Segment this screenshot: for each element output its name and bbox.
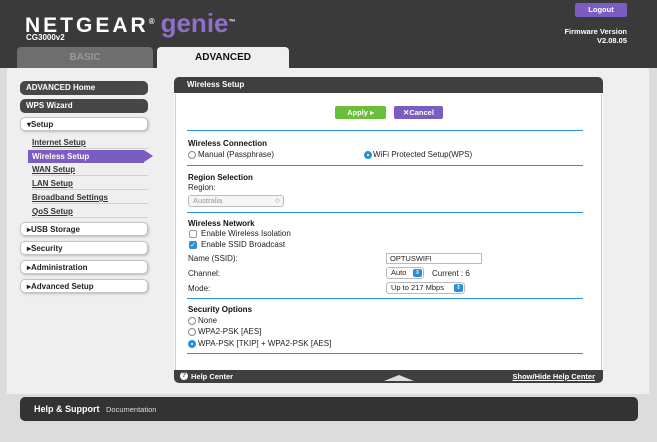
sidebar-item-wan-setup[interactable]: WAN Setup xyxy=(32,164,148,176)
documentation-link[interactable]: Documentation xyxy=(106,405,156,414)
radio-security-wpa-wpa2[interactable] xyxy=(188,340,196,348)
ssid-input[interactable]: OPTUSWIFI xyxy=(386,253,482,264)
radio-wps[interactable] xyxy=(364,151,372,159)
sidebar-administration-label: Administration xyxy=(31,263,88,272)
wireless-isolation-label: Enable Wireless Isolation xyxy=(201,229,291,238)
security-options-title: Security Options xyxy=(188,305,253,314)
radio-security-none[interactable] xyxy=(188,317,196,325)
arrow-right-icon: ▸ xyxy=(370,108,374,117)
wireless-network-title: Wireless Network xyxy=(188,219,255,228)
firmware-info: Firmware Version V2.08.05 xyxy=(564,27,627,45)
ssid-label: Name (SSID): xyxy=(188,254,238,263)
help-support-title: Help & Support xyxy=(34,404,100,414)
active-pointer-icon xyxy=(144,150,153,162)
mode-select[interactable]: Up to 217 Mbps ⇕ xyxy=(386,282,465,294)
wireless-connection-title: Wireless Connection xyxy=(188,139,268,148)
region-selection-title: Region Selection xyxy=(188,173,253,182)
radio-manual-passphrase[interactable] xyxy=(188,151,196,159)
sidebar-usb-storage-label: USB Storage xyxy=(31,225,80,234)
cancel-label: Cancel xyxy=(409,108,434,117)
updown-icon: ◇ xyxy=(275,198,280,204)
ssid-broadcast-label: Enable SSID Broadcast xyxy=(201,240,286,249)
firmware-label: Firmware Version xyxy=(564,27,627,36)
tab-basic[interactable]: BASIC xyxy=(17,47,153,68)
registered-mark: ® xyxy=(148,17,155,26)
sidebar-security-label: Security xyxy=(31,244,63,253)
divider xyxy=(187,212,583,213)
region-value: Australia xyxy=(193,196,223,205)
show-hide-help-link[interactable]: Show/Hide Help Center xyxy=(512,370,595,383)
help-icon: ? xyxy=(180,372,188,380)
radio-security-wpa2[interactable] xyxy=(188,328,196,336)
sidebar-item-qos-setup[interactable]: QoS Setup xyxy=(32,206,148,218)
divider xyxy=(187,165,583,166)
help-support-bar: Help & Support Documentation xyxy=(20,397,638,421)
updown-icon: ⇕ xyxy=(454,284,463,292)
manual-passphrase-label: Manual (Passphrase) xyxy=(198,150,275,159)
sidebar-advanced-home[interactable]: ADVANCED Home xyxy=(20,81,148,95)
security-none-label: None xyxy=(198,316,218,325)
sidebar-administration[interactable]: ▸Administration xyxy=(20,260,148,274)
sidebar-wps-wizard[interactable]: WPS Wizard xyxy=(20,99,148,113)
current-channel: Current : 6 xyxy=(432,269,470,278)
panel-footer: ? Help Center Show/Hide Help Center xyxy=(174,370,603,383)
sidebar-advanced-setup-label: Advanced Setup xyxy=(31,282,94,291)
wps-label: WiFi Protected Setup(WPS) xyxy=(373,150,473,159)
security-wpa2-label: WPA2-PSK [AES] xyxy=(198,327,262,336)
divider xyxy=(187,353,583,354)
sidebar-advanced-setup[interactable]: ▸Advanced Setup xyxy=(20,279,148,293)
channel-value: Auto xyxy=(391,268,407,277)
collapse-arrow-icon[interactable] xyxy=(384,375,414,381)
firmware-version: V2.08.05 xyxy=(596,36,627,45)
sidebar-setup[interactable]: ▾Setup xyxy=(20,117,148,131)
security-wpa-wpa2-label: WPA-PSK [TKIP] + WPA2-PSK [AES] xyxy=(198,339,332,348)
region-label: Region: xyxy=(188,183,216,192)
sidebar-setup-label: Setup xyxy=(31,120,54,129)
model-name: CG3000v2 xyxy=(26,33,65,42)
logout-button[interactable]: Logout xyxy=(575,3,627,17)
apply-button[interactable]: Apply ▸ xyxy=(335,106,386,119)
sidebar-item-lan-setup[interactable]: LAN Setup xyxy=(32,178,148,190)
trademark-mark: ™ xyxy=(228,19,236,26)
updown-icon: ⇕ xyxy=(413,269,422,277)
mode-value: Up to 217 Mbps xyxy=(391,283,444,292)
sidebar-item-broadband-settings[interactable]: Broadband Settings xyxy=(32,192,148,204)
sidebar-security[interactable]: ▸Security xyxy=(20,241,148,255)
panel-title: Wireless Setup xyxy=(174,77,603,93)
apply-label: Apply xyxy=(347,108,368,117)
help-center-link[interactable]: Help Center xyxy=(191,370,233,383)
mode-label: Mode: xyxy=(188,284,211,293)
divider xyxy=(187,298,583,299)
header-bar: NETGEAR® genie™ CG3000v2 Logout Firmware … xyxy=(0,0,657,68)
channel-label: Channel: xyxy=(188,269,221,278)
divider xyxy=(187,130,583,131)
channel-select[interactable]: Auto ⇕ xyxy=(386,267,424,279)
wireless-isolation-checkbox[interactable] xyxy=(189,230,197,238)
tab-advanced[interactable]: ADVANCED xyxy=(157,47,289,68)
sidebar-item-internet-setup[interactable]: Internet Setup xyxy=(32,137,148,149)
ssid-broadcast-checkbox[interactable]: ✓ xyxy=(189,241,197,249)
check-icon: ✓ xyxy=(190,242,196,249)
sidebar-usb-storage[interactable]: ▸USB Storage xyxy=(20,222,148,236)
region-select: Australia ◇ xyxy=(188,195,284,207)
cancel-button[interactable]: ✕Cancel xyxy=(394,106,443,119)
sidebar-item-wireless-setup[interactable]: Wireless Setup xyxy=(28,150,144,163)
genie-text: genie xyxy=(160,8,229,38)
